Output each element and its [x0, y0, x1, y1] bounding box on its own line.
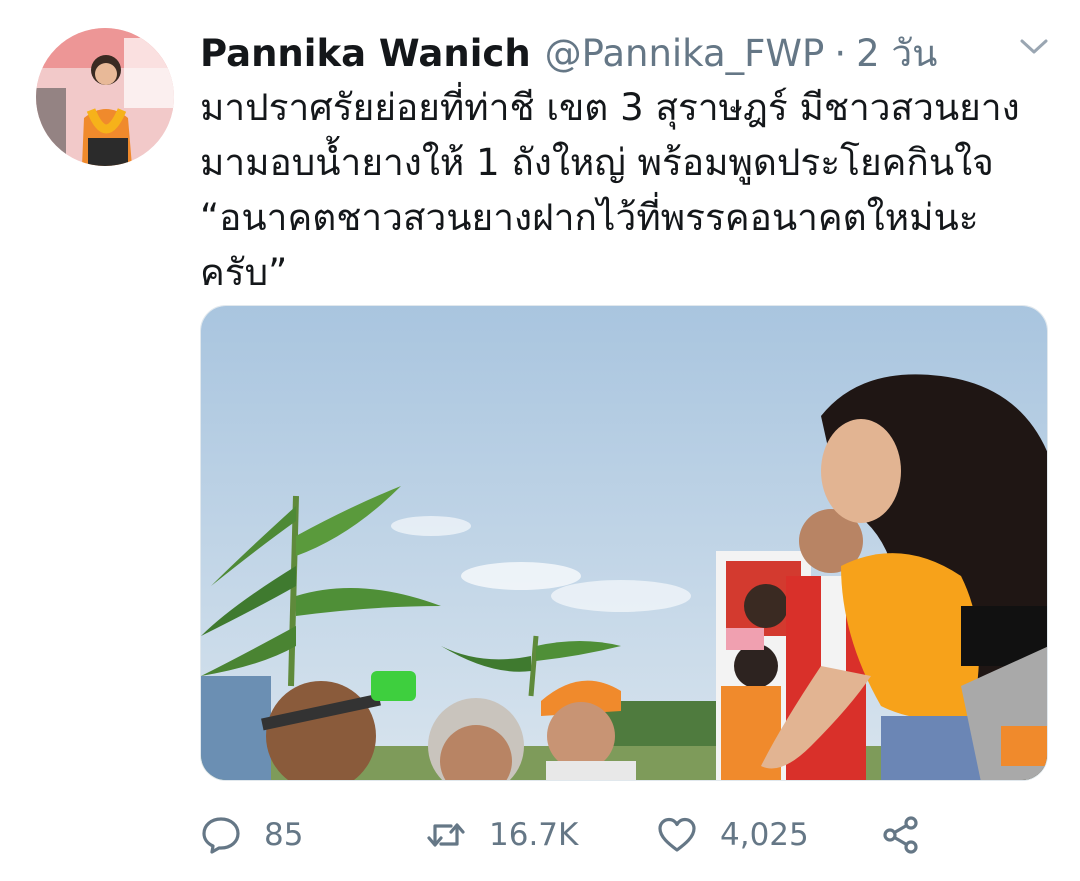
tweet-text: มาปราศรัยย่อยที่ท่าชี เขต 3 สุราษฎร์ มีช… — [200, 86, 1020, 294]
author-name[interactable]: Pannika Wanich — [200, 32, 531, 75]
heart-icon — [658, 817, 696, 852]
tweet-photo[interactable] — [200, 305, 1048, 781]
share-icon — [883, 816, 918, 854]
reply-icon — [202, 817, 240, 854]
avatar-image — [36, 28, 174, 166]
retweet-button[interactable]: 16.7K — [425, 810, 578, 860]
tweet-header: Pannika Wanich @Pannika_FWP · 2 วัน — [200, 24, 937, 75]
author-handle[interactable]: @Pannika_FWP — [545, 32, 825, 75]
reply-button[interactable]: 85 — [200, 810, 303, 860]
share-button[interactable] — [880, 810, 922, 860]
retweet-icon — [427, 823, 465, 847]
chevron-down-icon[interactable] — [1018, 36, 1050, 58]
like-count: 4,025 — [720, 817, 809, 853]
tweet: Pannika Wanich @Pannika_FWP · 2 วัน มาปร… — [0, 0, 1080, 881]
like-button[interactable]: 4,025 — [656, 810, 809, 860]
reply-count: 85 — [264, 817, 304, 853]
avatar[interactable] — [36, 28, 174, 166]
separator-dot: · — [834, 32, 847, 75]
retweet-count: 16.7K — [489, 817, 579, 853]
tweet-actions: 85 16.7K 4,025 — [200, 810, 960, 860]
tweet-timestamp[interactable]: 2 วัน — [856, 24, 937, 83]
